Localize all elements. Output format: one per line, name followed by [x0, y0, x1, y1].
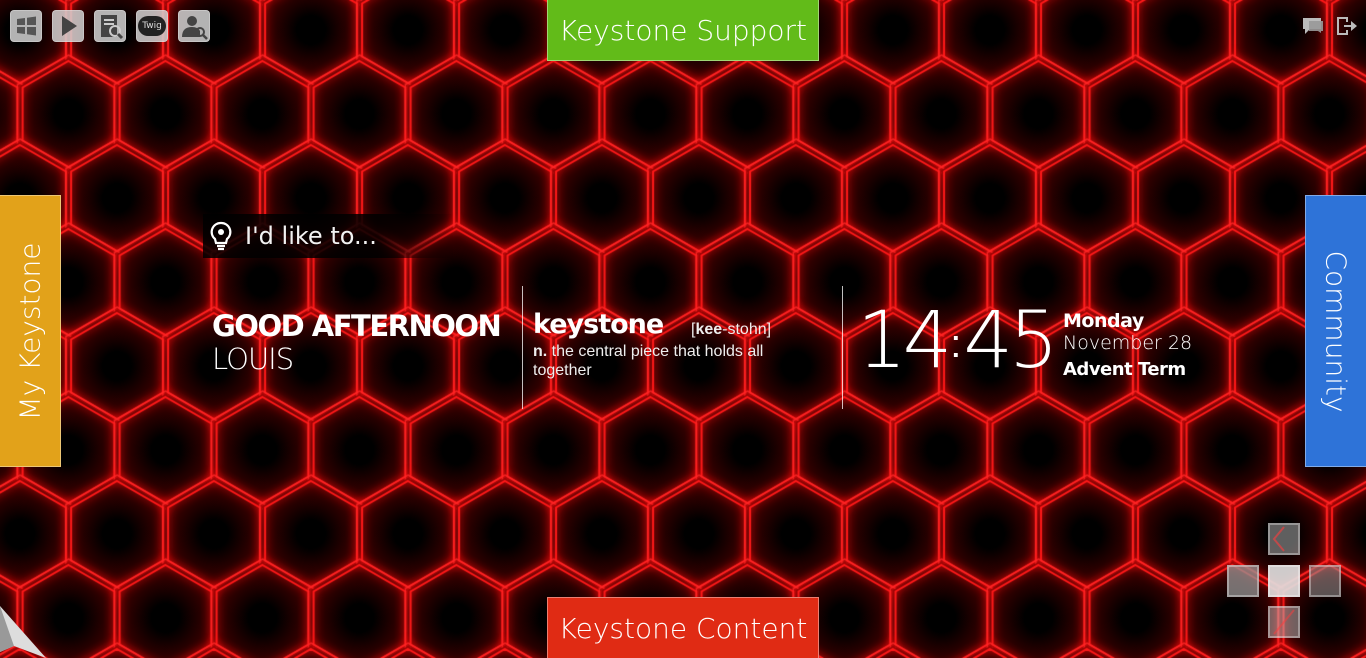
- pronunciation: [kee-stohn]: [691, 321, 772, 338]
- lightbulb-icon: [210, 221, 232, 251]
- keystone-content-tab[interactable]: Keystone Content: [547, 597, 819, 658]
- weekday: Monday: [1063, 310, 1144, 332]
- user-search-icon[interactable]: [178, 10, 210, 42]
- play-icon[interactable]: [52, 10, 84, 42]
- user-name: LOUIS: [212, 342, 294, 376]
- windows-icon[interactable]: [10, 10, 42, 42]
- keystone-support-label: Keystone Support: [558, 13, 808, 47]
- clock-minutes: 45: [963, 296, 1058, 386]
- community-tab[interactable]: Community: [1305, 195, 1366, 467]
- nav-down-button[interactable]: [1268, 606, 1300, 638]
- month-day: November 28: [1063, 332, 1193, 354]
- word-definition: keystone [kee-stohn] n. the central piec…: [533, 309, 823, 380]
- twig-label: Twig: [138, 16, 166, 36]
- definition-meaning: n. the central piece that holds all toge…: [533, 342, 793, 380]
- chevron-icon: [1273, 609, 1295, 635]
- meaning-text: the central piece that holds all togethe…: [533, 343, 764, 379]
- clock-separator: :: [950, 322, 962, 366]
- greeting: GOOD AFTERNOON LOUIS: [212, 309, 502, 376]
- nav-left-button[interactable]: [1227, 565, 1259, 597]
- nav-up-button[interactable]: [1268, 523, 1300, 555]
- document-search-icon[interactable]: [94, 10, 126, 42]
- clock-hours: 14: [857, 296, 952, 386]
- my-keystone-tab[interactable]: My Keystone: [0, 195, 61, 467]
- pronunciation-rest: -stohn: [722, 321, 767, 338]
- my-keystone-label: My Keystone: [13, 241, 47, 421]
- twig-icon[interactable]: Twig: [136, 10, 168, 42]
- definition-word: keystone: [533, 309, 664, 340]
- date-info: Monday November 28 Advent Term: [1063, 310, 1192, 381]
- clock: 14:45: [857, 296, 1059, 386]
- quick-actions-prompt[interactable]: I'd like to...: [203, 214, 453, 258]
- community-label: Community: [1319, 249, 1353, 413]
- chat-icon[interactable]: [1301, 14, 1325, 38]
- pronunciation-stress: kee: [695, 321, 723, 338]
- cursor-icon: [0, 606, 46, 658]
- nav-home-button[interactable]: [1268, 565, 1300, 597]
- chevron-left-icon: [1272, 526, 1285, 552]
- keystone-support-tab[interactable]: Keystone Support: [547, 0, 819, 61]
- term: Advent Term: [1063, 359, 1186, 380]
- greeting-line: GOOD AFTERNOON: [212, 309, 502, 343]
- keystone-content-label: Keystone Content: [558, 611, 808, 645]
- nav-right-button[interactable]: [1309, 565, 1341, 597]
- part-of-speech: n.: [533, 343, 548, 360]
- logout-icon[interactable]: [1334, 14, 1358, 38]
- prompt-text: I'd like to...: [245, 222, 377, 250]
- divider: [522, 286, 523, 409]
- divider: [842, 286, 843, 409]
